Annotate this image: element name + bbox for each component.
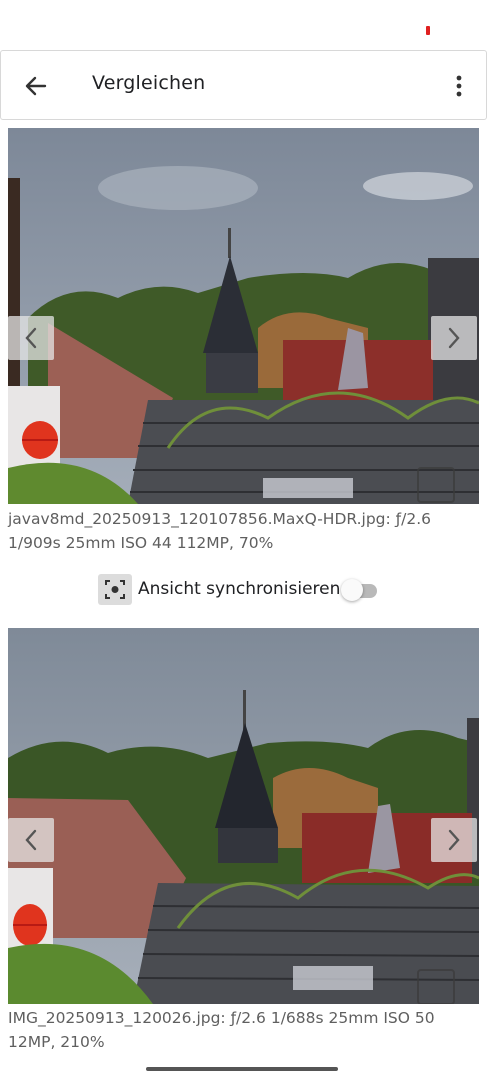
- more-options-button[interactable]: [449, 71, 469, 101]
- zoom-button[interactable]: [414, 464, 458, 504]
- next-image-button[interactable]: [431, 818, 477, 862]
- sync-view-toggle[interactable]: [341, 579, 379, 601]
- next-image-button[interactable]: [431, 316, 477, 360]
- status-bar: [0, 0, 487, 48]
- zoom-button[interactable]: [414, 966, 458, 1004]
- sync-view-label: Ansicht synchronisieren: [138, 579, 341, 599]
- recording-indicator-icon: [426, 26, 430, 35]
- chevron-left-icon: [25, 829, 37, 851]
- sync-view-row[interactable]: Ansicht synchronisieren: [98, 574, 388, 606]
- sync-view-icon: [98, 574, 132, 605]
- zoom-icon: [417, 969, 455, 1004]
- app-bar: Vergleichen: [0, 50, 487, 120]
- chevron-right-icon: [448, 327, 460, 349]
- comparison-image-bottom[interactable]: [8, 628, 479, 1004]
- home-indicator[interactable]: [146, 1067, 338, 1071]
- more-vert-icon: [456, 75, 462, 97]
- chevron-left-icon: [25, 327, 37, 349]
- back-arrow-icon: [25, 76, 47, 96]
- zoom-icon: [417, 467, 455, 503]
- previous-image-button[interactable]: [8, 818, 54, 862]
- toggle-thumb: [341, 579, 363, 601]
- page-title: Vergleichen: [92, 72, 206, 94]
- image-caption-bottom: IMG_20250913_120026.jpg: ƒ/2.6 1/688s 25…: [8, 1009, 435, 1051]
- photo-scene: [8, 128, 479, 504]
- previous-image-button[interactable]: [8, 316, 54, 360]
- photo-scene: [8, 628, 479, 1004]
- image-caption-top: javav8md_20250913_120107856.MaxQ-HDR.jpg…: [8, 510, 431, 552]
- back-button[interactable]: [21, 71, 51, 101]
- comparison-image-top[interactable]: [8, 128, 479, 504]
- chevron-right-icon: [448, 829, 460, 851]
